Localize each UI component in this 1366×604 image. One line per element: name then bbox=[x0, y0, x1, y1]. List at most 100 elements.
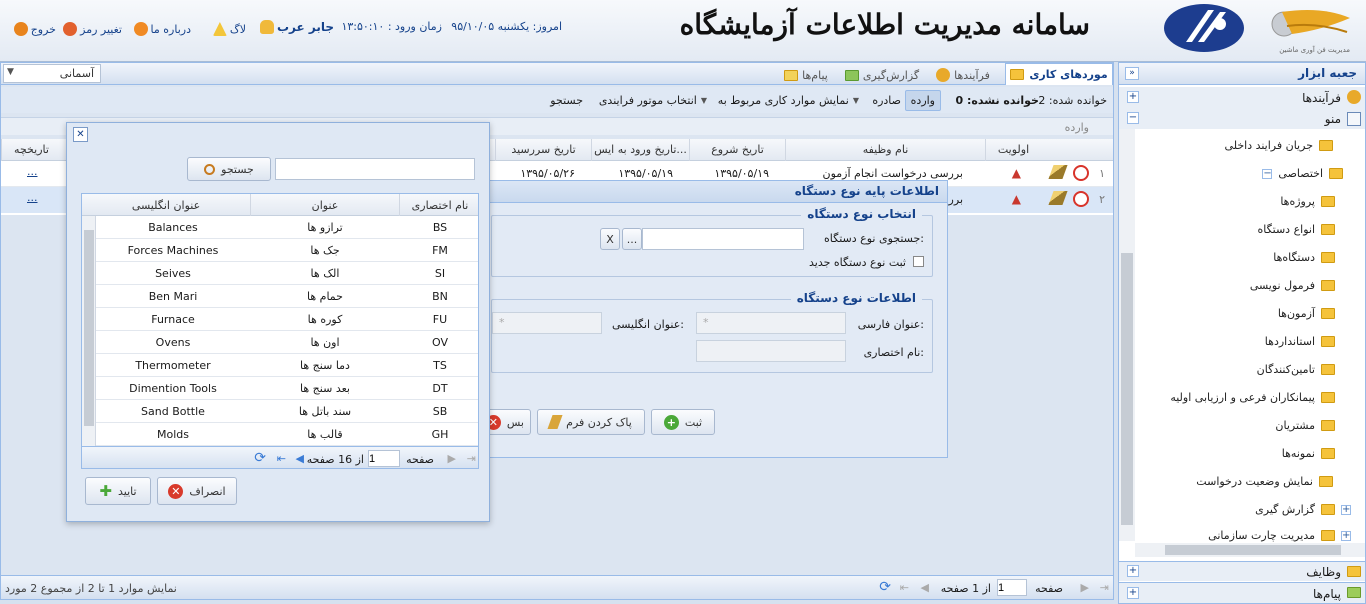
tree-item-tests[interactable]: آزمون‌ها bbox=[1278, 307, 1335, 320]
list-item[interactable]: TS دما سنج ها Thermometer bbox=[96, 354, 478, 377]
select-engine-button[interactable]: انتخاب موتور فرایندی ▼ bbox=[599, 94, 707, 107]
tree-item-samples[interactable]: نمونه‌ها bbox=[1282, 447, 1335, 460]
col-entry-date[interactable]: تاریخ ورود به ایس... bbox=[591, 139, 689, 161]
close-dialog-button[interactable]: ✕ بس bbox=[483, 409, 531, 435]
expand-icon[interactable]: + bbox=[1127, 91, 1139, 103]
lookup-search-button[interactable]: جستجو bbox=[187, 157, 271, 181]
refresh-icon[interactable]: ⟳ bbox=[879, 579, 891, 595]
scroll-thumb[interactable] bbox=[1121, 253, 1133, 525]
tree-item-request-status[interactable]: نمایش وضعیت درخواست bbox=[1196, 475, 1333, 488]
scroll-thumb[interactable] bbox=[1165, 545, 1341, 555]
tree-item-org-chart[interactable]: مدیریت چارت سازمانی + bbox=[1208, 529, 1351, 542]
list-item[interactable]: FM جک ها Forces Machines bbox=[96, 239, 478, 262]
outbox-button[interactable]: صادره bbox=[872, 94, 901, 107]
next-page-icon[interactable]: ◀ bbox=[921, 581, 929, 594]
col-history[interactable]: تاریخچه bbox=[1, 139, 61, 161]
clock-icon[interactable] bbox=[1073, 165, 1089, 181]
list-item[interactable]: GH قالب ها Molds bbox=[96, 423, 478, 446]
clear-x-button[interactable]: X bbox=[600, 228, 620, 250]
tree-item-custom[interactable]: − اختصاصی bbox=[1262, 167, 1343, 180]
tree-item-reporting[interactable]: گزارش گیری + bbox=[1255, 503, 1351, 516]
list-item[interactable]: DT بعد سنج ها Dimention Tools bbox=[96, 377, 478, 400]
register-new-checkbox[interactable] bbox=[913, 256, 924, 267]
lookup-confirm-button[interactable]: ✚ تایید bbox=[85, 477, 151, 505]
save-button[interactable]: + ثبت bbox=[651, 409, 715, 435]
expand-icon[interactable]: + bbox=[1341, 530, 1351, 541]
tree-item-internal-flow[interactable]: جریان فرایند داخلی bbox=[1225, 139, 1333, 152]
history-link[interactable]: ... bbox=[27, 191, 38, 204]
lookup-scrollbar[interactable] bbox=[82, 216, 96, 446]
change-password-link[interactable]: تغییر رمز bbox=[63, 22, 122, 36]
tree-item-device-types[interactable]: انواع دستگاه bbox=[1257, 223, 1335, 236]
menu-panel-header[interactable]: − منو bbox=[1119, 109, 1365, 129]
abbr-input[interactable] bbox=[696, 340, 846, 362]
list-item[interactable]: BN حمام ها Ben Mari bbox=[96, 285, 478, 308]
last-page-icon[interactable]: ⇤ bbox=[900, 581, 909, 594]
inbox-button[interactable]: وارده bbox=[904, 90, 941, 111]
first-page-icon[interactable]: ⇥ bbox=[1100, 581, 1109, 594]
collapse-icon[interactable]: − bbox=[1127, 112, 1139, 124]
list-item[interactable]: FU کوره ها Furnace bbox=[96, 308, 478, 331]
processes-panel-header[interactable]: + فرآیندها bbox=[1119, 87, 1365, 109]
sidebar-vscrollbar[interactable] bbox=[1119, 129, 1135, 541]
list-item[interactable]: OV اون ها Ovens bbox=[96, 331, 478, 354]
expand-icon[interactable]: + bbox=[1127, 565, 1139, 577]
messages-panel-header[interactable]: + پیام‌ها bbox=[1119, 582, 1365, 603]
show-related-button[interactable]: نمایش موارد کاری مربوط به ▼ bbox=[718, 94, 859, 107]
collapse-sidebar-icon[interactable]: » bbox=[1125, 67, 1139, 80]
tree-item-suppliers[interactable]: تامین‌کنندگان bbox=[1257, 363, 1335, 376]
english-title-input[interactable]: * bbox=[492, 312, 602, 334]
prev-page-icon[interactable]: ▶ bbox=[1081, 581, 1089, 594]
tree-item-formula[interactable]: فرمول نویسی bbox=[1250, 279, 1335, 292]
tasks-panel-header[interactable]: + وظایف bbox=[1119, 561, 1365, 581]
lookup-search-input[interactable] bbox=[275, 158, 475, 180]
tab-reports[interactable]: گزارش‌گیری bbox=[841, 65, 923, 85]
list-item[interactable]: SB سند باتل ها Sand Bottle bbox=[96, 400, 478, 423]
edit-icon[interactable] bbox=[1048, 191, 1068, 205]
last-page-icon[interactable]: ⇥ bbox=[467, 452, 476, 465]
col-abbr[interactable]: نام اختصاری bbox=[400, 194, 478, 217]
search-device-input[interactable] bbox=[642, 228, 804, 250]
col-english-title[interactable]: عنوان انگلیسی bbox=[82, 194, 250, 217]
first-page-icon[interactable]: ⇤ bbox=[277, 452, 286, 465]
expand-icon[interactable]: + bbox=[1341, 504, 1351, 515]
refresh-icon[interactable]: ⟳ bbox=[254, 450, 266, 466]
logout-link[interactable]: خروج bbox=[13, 22, 56, 36]
theme-select[interactable]: ▼ آسمانی bbox=[3, 64, 101, 83]
clear-form-button[interactable]: پاک کردن فرم bbox=[537, 409, 645, 435]
next-page-icon[interactable]: ▶ bbox=[448, 452, 456, 465]
about-link[interactable]: درباره ما bbox=[133, 22, 191, 36]
persian-title-input[interactable]: * bbox=[696, 312, 846, 334]
tree-item-subcontractors[interactable]: پیمانکاران فرعی و ارزیابی اولیه bbox=[1170, 391, 1335, 404]
tree-item-customers[interactable]: مشتریان bbox=[1275, 419, 1335, 432]
col-title[interactable]: عنوان bbox=[250, 194, 400, 217]
prev-page-icon[interactable]: ◀ bbox=[296, 452, 304, 465]
tree-item-devices[interactable]: دستگاه‌ها bbox=[1273, 251, 1335, 264]
sidebar-hscrollbar[interactable] bbox=[1135, 543, 1365, 557]
list-item[interactable]: BS ترازو ها Balances bbox=[96, 216, 478, 239]
page-input[interactable] bbox=[997, 579, 1027, 596]
tab-messages[interactable]: پیام‌ها bbox=[773, 65, 839, 85]
lookup-cancel-button[interactable]: ✕ انصراف bbox=[157, 477, 237, 505]
task-name[interactable]: بررسی درخواست انجام آزمون bbox=[823, 167, 964, 180]
current-user[interactable]: جابر عرب bbox=[259, 20, 334, 34]
scroll-thumb[interactable] bbox=[84, 230, 94, 426]
tab-processes[interactable]: فرآیندها bbox=[925, 65, 1001, 85]
tab-work-items[interactable]: موردهای کاری bbox=[1005, 63, 1113, 85]
edit-icon[interactable] bbox=[1048, 165, 1068, 179]
col-start-date[interactable]: تاریخ شروع bbox=[689, 139, 785, 161]
tree-item-projects[interactable]: پروژه‌ها bbox=[1280, 195, 1335, 208]
clock-icon[interactable] bbox=[1073, 191, 1089, 207]
list-item[interactable]: SI الک ها Seives bbox=[96, 262, 478, 285]
search-button[interactable]: جستجو bbox=[550, 94, 583, 107]
history-link[interactable]: ... bbox=[27, 165, 38, 178]
browse-button[interactable]: ... bbox=[622, 228, 642, 250]
col-due-date[interactable]: تاریخ سررسید bbox=[495, 139, 591, 161]
tree-item-standards[interactable]: استانداردها bbox=[1265, 335, 1335, 348]
col-priority[interactable]: اولویت bbox=[985, 139, 1041, 161]
close-icon[interactable]: ✕ bbox=[73, 127, 88, 142]
log-link[interactable]: لاگ bbox=[212, 22, 246, 36]
lookup-page-input[interactable] bbox=[368, 450, 400, 467]
collapse-icon[interactable]: − bbox=[1262, 168, 1273, 179]
col-task-name[interactable]: نام وظیفه bbox=[785, 139, 985, 161]
